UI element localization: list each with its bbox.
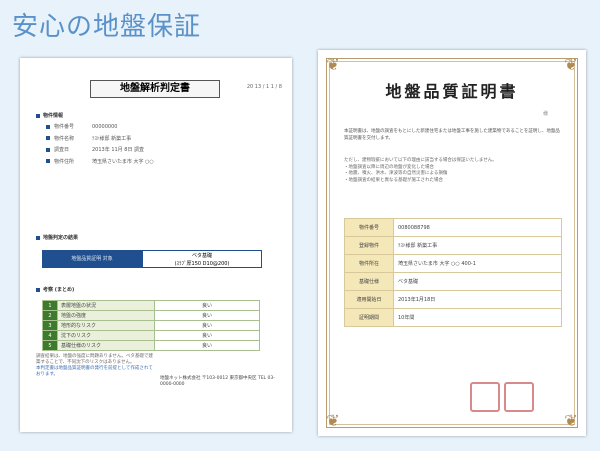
ground-quality-certificate: ❦ ❦ ❦ ❦ 地盤品質証明書 様 本証明書は、地盤の調査をもとにした新建住宅ま… bbox=[318, 50, 586, 436]
corner-ornament-icon: ❦ bbox=[326, 411, 340, 430]
table-row: 適用開始日 2013年1月18日 bbox=[344, 290, 562, 309]
section-reason: 考察 (まとめ) bbox=[36, 286, 74, 293]
certificate-table: 物件番号 0080088798 登録物件 ﾃｽﾄ様邸 新築工事 物件所在 埼玉県さいた… bbox=[344, 218, 562, 327]
ground-analysis-report: 地盤解析判定書 20 13 / 1 1 / 8 物件情報 物件番号 0000000… bbox=[20, 58, 292, 432]
result-left: 地盤品質証明 対象 bbox=[42, 250, 142, 268]
report-paragraph: 調査結果は、地盤の強度に問題ありません。ベタ基礎で建築することで、不同沈下のリス… bbox=[36, 354, 153, 377]
corner-ornament-icon: ❦ bbox=[564, 55, 578, 74]
table-row: 物件番号 0080088798 bbox=[344, 218, 562, 237]
info-row: 物件番号 00000000 bbox=[46, 122, 154, 134]
report-date: 20 13 / 1 1 / 8 bbox=[246, 84, 282, 90]
table-row: 証明期間 10年間 bbox=[344, 308, 562, 327]
company-info: 地盤ネット株式会社 〒103-0012 東京都中央区 TEL 03-0000-0… bbox=[160, 376, 275, 387]
seal-stamp-icon bbox=[504, 382, 534, 412]
certificate-notes: ただし、建物瑕疵において以下の理由に該当する場合は保証いたしません。 ・地盤調査… bbox=[344, 158, 497, 183]
section-result: 地盤判定の結果 bbox=[36, 234, 78, 241]
table-row: 3 地形的なリスク 良い bbox=[42, 320, 260, 331]
info-row: 調査日 2013年 11月 8日 調査 bbox=[46, 145, 154, 157]
seal-stamp-icon bbox=[470, 382, 500, 412]
result-right: ベタ基礎 (ｽﾗﾌﾞ厚150 D10@200) bbox=[142, 250, 262, 268]
table-row: 登録物件 ﾃｽﾄ様邸 新築工事 bbox=[344, 236, 562, 255]
table-row: 基礎仕様 ベタ基礎 bbox=[344, 272, 562, 291]
info-row: 物件住所 埼玉県さいたま市 大字 ○○ bbox=[46, 157, 154, 169]
certificate-title: 地盤品質証明書 bbox=[385, 82, 519, 101]
table-row: 物件所在 埼玉県さいたま市 大字 ○○ 400-1 bbox=[344, 254, 562, 273]
section-info: 物件情報 bbox=[36, 112, 63, 119]
page-title: 安心の地盤保証 bbox=[12, 12, 202, 42]
table-row: 4 沈下のリスク 良い bbox=[42, 330, 260, 341]
info-row: 物件名称 ﾃｽﾄ様邸 新築工事 bbox=[46, 134, 154, 146]
reason-table: 1 表層地盤の状況 良い 2 地盤の強度 良い 3 地形的なリスク 良い 4 沈下のリスク 良い… bbox=[42, 300, 260, 351]
table-row: 1 表層地盤の状況 良い bbox=[42, 300, 260, 311]
certificate-addressee: 様 bbox=[542, 111, 548, 117]
table-row: 2 地盤の強度 良い bbox=[42, 310, 260, 321]
info-list: 物件番号 00000000 物件名称 ﾃｽﾄ様邸 新築工事 調査日 2013年 11月… bbox=[46, 122, 154, 168]
corner-ornament-icon: ❦ bbox=[326, 55, 340, 74]
table-row: 5 基礎仕様のリスク 良い bbox=[42, 340, 260, 351]
corner-ornament-icon: ❦ bbox=[564, 411, 578, 430]
certificate-paragraph: 本証明書は、地盤の調査をもとにした新建住宅または地盤工事を施した建築物であること… bbox=[344, 129, 560, 141]
report-title: 地盤解析判定書 bbox=[90, 80, 220, 98]
